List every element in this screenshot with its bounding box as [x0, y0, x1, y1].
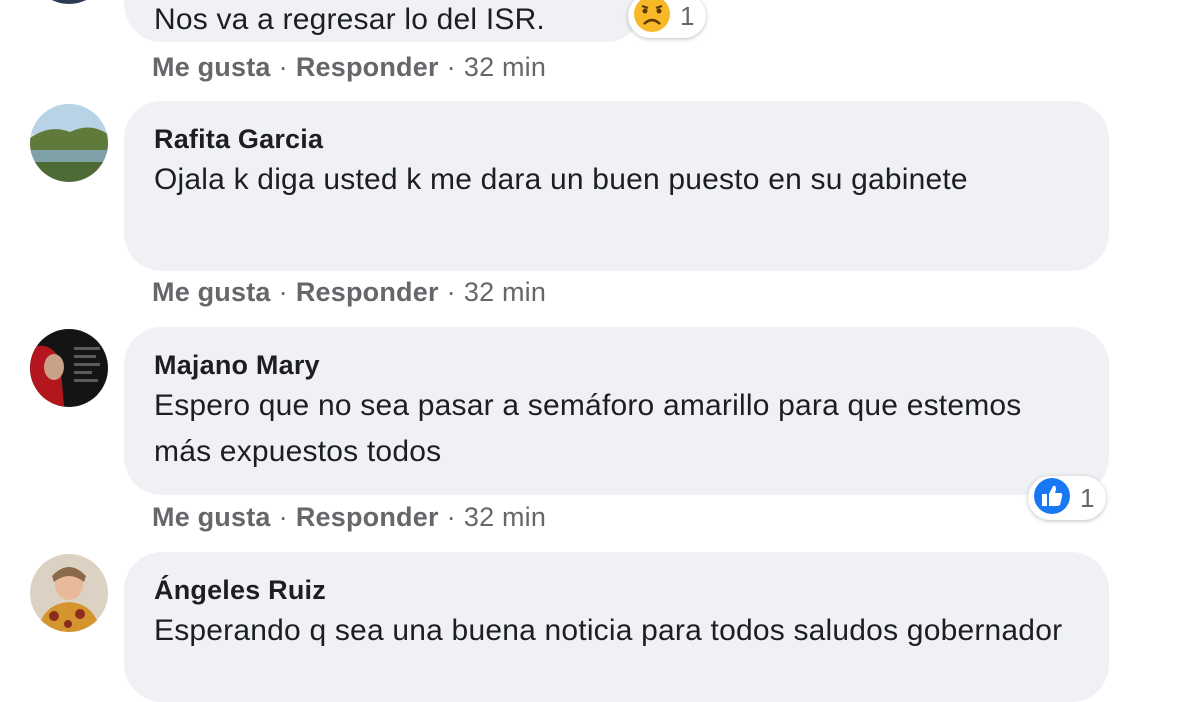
timestamp[interactable]: 32 min [464, 52, 546, 82]
reply-link[interactable]: Responder [296, 52, 439, 82]
separator-dot: · [278, 277, 288, 307]
separator-dot: · [446, 277, 456, 307]
comment-text: Esperando q sea una buena noticia para t… [154, 614, 1063, 647]
separator-dot: · [446, 52, 456, 82]
separator-dot: · [446, 502, 456, 532]
avatar[interactable] [30, 554, 108, 632]
timestamp[interactable]: 32 min [464, 502, 546, 532]
comment-text: Espero que no sea pasar a semáforo amari… [154, 389, 1022, 468]
comment-bubble: Rafita Garcia Ojala k diga usted k me da… [124, 101, 1109, 271]
timestamp[interactable]: 32 min [464, 277, 546, 307]
comment-bubble: Nos va a regresar lo del ISR. [124, 0, 644, 42]
avatar[interactable] [30, 329, 108, 407]
comment-bubble: Majano Mary Espero que no sea pasar a se… [124, 327, 1109, 495]
like-link[interactable]: Me gusta [152, 502, 271, 532]
comment-text: Ojala k diga usted k me dara un buen pue… [154, 163, 968, 196]
comment-actions: Me gusta · Responder · 32 min [152, 51, 546, 83]
comment-actions: Me gusta · Responder · 32 min [152, 276, 546, 308]
separator-dot: · [278, 52, 288, 82]
comment-text: Nos va a regresar lo del ISR. [154, 3, 545, 36]
sad-emoji-icon [632, 0, 672, 39]
author-name[interactable]: Majano Mary [154, 349, 1079, 381]
reaction-badge[interactable]: 1 [1028, 476, 1107, 521]
avatar[interactable] [30, 0, 108, 4]
author-name[interactable]: Rafita Garcia [154, 123, 1079, 155]
comment-bubble: Ángeles Ruiz Esperando q sea una buena n… [124, 552, 1109, 702]
reply-link[interactable]: Responder [296, 277, 439, 307]
reaction-count: 1 [680, 0, 695, 31]
reaction-count: 1 [1080, 482, 1095, 513]
like-thumb-icon [1032, 476, 1072, 521]
separator-dot: · [278, 502, 288, 532]
like-link[interactable]: Me gusta [152, 277, 271, 307]
like-link[interactable]: Me gusta [152, 52, 271, 82]
reply-link[interactable]: Responder [296, 502, 439, 532]
avatar[interactable] [30, 104, 108, 182]
author-name[interactable]: Ángeles Ruiz [154, 574, 1079, 606]
comment-actions: Me gusta · Responder · 32 min [152, 501, 546, 533]
reaction-badge[interactable]: 1 [628, 0, 707, 39]
